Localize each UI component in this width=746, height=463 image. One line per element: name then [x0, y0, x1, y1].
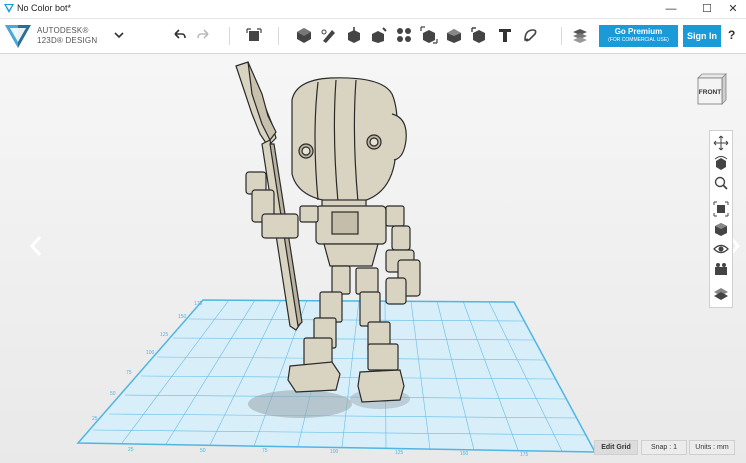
- grid-x-tick: 25: [128, 447, 134, 453]
- navigation-bar: [709, 130, 733, 308]
- toolbar-separator: [229, 27, 230, 45]
- grid-x-tick: 125: [395, 450, 404, 456]
- undo-icon[interactable]: [170, 26, 188, 44]
- fit-icon[interactable]: [713, 201, 729, 217]
- grid-y-tick: 75: [126, 370, 132, 376]
- combine-icon[interactable]: [445, 26, 463, 44]
- grid-icon[interactable]: [713, 285, 729, 301]
- snap-icon[interactable]: [521, 26, 539, 44]
- measure-icon[interactable]: [470, 26, 488, 44]
- title-bar: No Color bot* — ☐ ✕: [0, 0, 746, 19]
- grid-y-tick: 150: [178, 314, 187, 320]
- grid-x-tick: 175: [520, 452, 529, 458]
- modify-icon[interactable]: [370, 26, 388, 44]
- scene: 25 50 75 100 125 150 175 25 50 75 100 12…: [76, 61, 597, 458]
- grid-y-tick: 125: [160, 332, 169, 338]
- go-premium-button[interactable]: Go Premium (FOR COMMERCIAL USE): [599, 25, 678, 47]
- brand-autodesk: AUTODESK®: [37, 26, 89, 35]
- material-icon[interactable]: [571, 26, 589, 44]
- grid-y-tick: 25: [92, 416, 98, 422]
- app-icon: [4, 4, 14, 13]
- sign-in-button[interactable]: Sign In: [683, 25, 721, 47]
- close-button[interactable]: ✕: [718, 0, 746, 18]
- edit-grid-button[interactable]: Edit Grid: [594, 440, 638, 455]
- redo-icon[interactable]: [195, 26, 213, 44]
- text-icon[interactable]: [496, 26, 514, 44]
- grid-x-tick: 50: [200, 448, 206, 454]
- premium-title: Go Premium: [614, 27, 663, 36]
- view-cube[interactable]: FRONT: [695, 72, 729, 106]
- pan-icon[interactable]: [713, 135, 729, 151]
- pattern-icon[interactable]: [395, 26, 413, 44]
- smart-scale-icon[interactable]: [245, 26, 263, 44]
- visibility-icon[interactable]: [713, 241, 729, 257]
- units-setting[interactable]: Units : mm: [689, 440, 735, 455]
- material-view-icon[interactable]: [713, 261, 729, 277]
- robot-shadow: [248, 390, 352, 418]
- grid-x-tick: 150: [460, 451, 469, 457]
- chevron-down-icon[interactable]: [112, 28, 126, 42]
- premium-subtitle: (FOR COMMERCIAL USE): [608, 37, 669, 43]
- chevron-left-icon[interactable]: [28, 234, 44, 258]
- minimize-button[interactable]: —: [656, 0, 686, 18]
- grid-x-tick: 75: [262, 448, 268, 454]
- zoom-icon[interactable]: [713, 175, 729, 191]
- primitives-icon[interactable]: [295, 26, 313, 44]
- sketch-icon[interactable]: [320, 26, 338, 44]
- 3d-viewport[interactable]: 25 50 75 100 125 150 175 25 50 75 100 12…: [0, 54, 746, 463]
- snap-setting[interactable]: Snap : 1: [641, 440, 687, 455]
- brand-product: 123D® DESIGN: [37, 36, 98, 45]
- toolbar-separator: [561, 27, 562, 45]
- construct-icon[interactable]: [345, 26, 363, 44]
- view-cube-graphic: FRONT: [697, 73, 727, 105]
- views-icon[interactable]: [713, 221, 729, 237]
- toolbar-separator: [278, 27, 279, 45]
- view-cube-face-label: FRONT: [699, 89, 721, 96]
- group-icon[interactable]: [420, 26, 438, 44]
- window-title: No Color bot*: [17, 3, 72, 13]
- app-logo[interactable]: [4, 23, 32, 49]
- grid-y-tick: 175: [194, 301, 203, 307]
- main-toolbar: AUTODESK® 123D® DESIGN Go Premium (FOR C…: [0, 19, 746, 54]
- grid-y-tick: 50: [110, 391, 116, 397]
- orbit-icon[interactable]: [713, 155, 729, 171]
- help-button[interactable]: ?: [728, 28, 735, 42]
- grid-y-tick: 100: [146, 350, 155, 356]
- grid-x-tick: 100: [330, 449, 339, 455]
